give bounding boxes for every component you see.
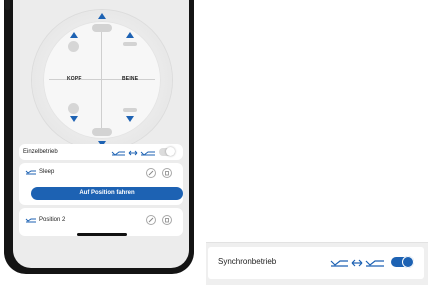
trash-icon (165, 171, 169, 176)
single-mode-label: Einzelbetrieb (23, 149, 58, 155)
toggle-knob (166, 147, 175, 156)
foot-down-button[interactable] (126, 116, 134, 122)
head-up-button[interactable] (70, 32, 78, 38)
bed-top-icon (92, 24, 112, 32)
sync-mode-label: Synchronbetrieb (218, 257, 277, 266)
position-name: Position 2 (39, 217, 66, 223)
dial-center-pad: KOPF BEINE (43, 21, 161, 139)
position-card-2: Position 2 (19, 208, 183, 236)
head-label: KOPF (67, 76, 82, 82)
edit-position-button[interactable] (146, 215, 156, 225)
foot-up-button[interactable] (126, 32, 134, 38)
phone-frame: KOPF BEINE Einzelbetrieb Sleep Auf Posit… (4, 0, 194, 274)
bed-control-dial: KOPF BEINE (32, 10, 172, 150)
foot-label: BEINE (122, 76, 139, 82)
bed-position-icon (25, 218, 36, 223)
head-down-button[interactable] (70, 116, 78, 122)
sync-mode-row: Synchronbetrieb (208, 247, 424, 279)
phone-side-button (5, 0, 10, 10)
delete-position-button[interactable] (162, 168, 172, 178)
single-mode-toggle[interactable] (159, 147, 175, 156)
trash-icon (165, 218, 169, 223)
position-card-sleep: Sleep Auf Position fahren (19, 163, 183, 205)
edit-position-button[interactable] (146, 168, 156, 178)
move-to-position-button[interactable]: Auf Position fahren (31, 187, 183, 200)
foot-up-icon (123, 42, 137, 46)
sync-mode-detail: Synchronbetrieb (206, 242, 428, 285)
bed-bottom-icon (92, 128, 112, 136)
head-up-icon (68, 41, 79, 52)
bed-sync-arrows-icon (330, 259, 384, 267)
head-down-icon (68, 103, 79, 114)
bed-up-button[interactable] (98, 13, 106, 19)
bed-sync-arrows-icon (111, 150, 155, 156)
foot-down-icon (123, 108, 137, 112)
toggle-knob (402, 256, 414, 268)
sync-mode-toggle[interactable] (391, 256, 414, 268)
delete-position-button[interactable] (162, 215, 172, 225)
home-indicator (77, 233, 127, 236)
dial-vertical-divider (101, 27, 102, 133)
pencil-icon (148, 217, 154, 223)
app-screen: KOPF BEINE Einzelbetrieb Sleep Auf Posit… (13, 0, 189, 268)
dial-horizontal-divider (49, 79, 155, 80)
single-mode-row: Einzelbetrieb (19, 144, 183, 160)
position-name: Sleep (39, 169, 55, 175)
bed-position-icon (25, 170, 36, 175)
pencil-icon (148, 170, 154, 176)
